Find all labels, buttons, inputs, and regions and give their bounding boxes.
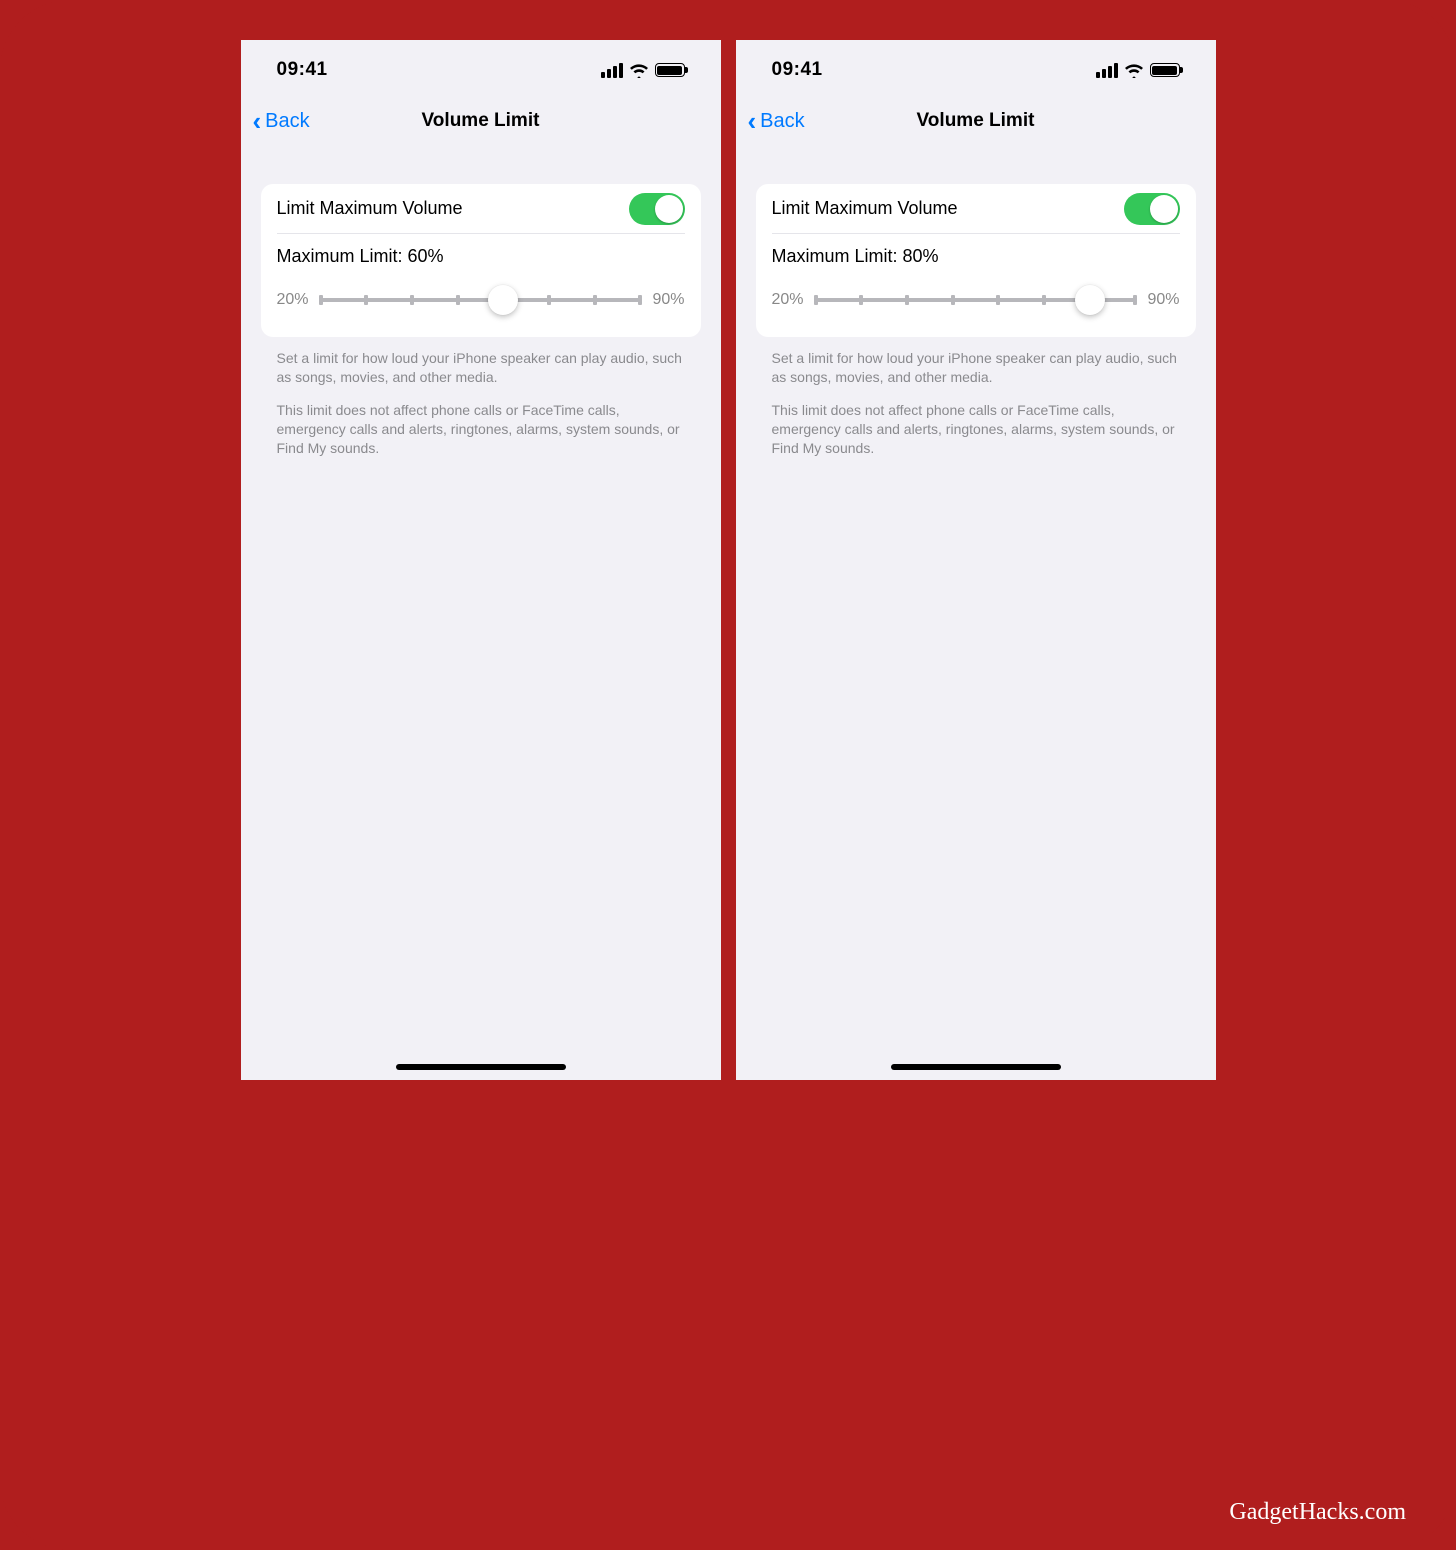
volume-slider[interactable] xyxy=(816,285,1136,315)
slider-max-label: 90% xyxy=(1147,291,1179,309)
nav-bar: ‹ Back Volume Limit xyxy=(241,100,721,142)
limit-volume-toggle[interactable] xyxy=(1124,193,1180,225)
settings-card: Limit Maximum Volume Maximum Limit: 60% … xyxy=(261,184,701,337)
slider-row-group: Maximum Limit: 80% 20% 90% xyxy=(772,234,1180,337)
slider-tick xyxy=(951,295,955,305)
settings-content: Limit Maximum Volume Maximum Limit: 80% … xyxy=(736,142,1216,457)
wifi-icon xyxy=(1124,63,1144,78)
slider-tick xyxy=(814,295,818,305)
footer-paragraph-1: Set a limit for how loud your iPhone spe… xyxy=(772,349,1180,387)
back-button[interactable]: ‹ Back xyxy=(253,108,310,134)
home-indicator xyxy=(891,1064,1061,1070)
toggle-knob xyxy=(1150,195,1178,223)
slider-max-label: 90% xyxy=(652,291,684,309)
back-button[interactable]: ‹ Back xyxy=(748,108,805,134)
slider-thumb[interactable] xyxy=(1075,285,1105,315)
slider-tick xyxy=(905,295,909,305)
battery-icon xyxy=(655,63,685,77)
toggle-knob xyxy=(655,195,683,223)
slider-tick xyxy=(364,295,368,305)
page-title: Volume Limit xyxy=(241,110,721,132)
slider-tick xyxy=(996,295,1000,305)
slider-tick xyxy=(638,295,642,305)
home-indicator xyxy=(396,1064,566,1070)
slider-tick xyxy=(1042,295,1046,305)
slider-thumb[interactable] xyxy=(488,285,518,315)
status-time: 09:41 xyxy=(277,59,328,81)
toggle-row: Limit Maximum Volume xyxy=(772,184,1180,234)
back-label: Back xyxy=(265,110,309,133)
phone-screenshot-left: 09:41 ‹ Back Volume Limit Limit Maximum … xyxy=(241,40,721,1080)
slider-tick xyxy=(456,295,460,305)
nav-bar: ‹ Back Volume Limit xyxy=(736,100,1216,142)
status-bar: 09:41 xyxy=(736,40,1216,100)
slider-tick xyxy=(319,295,323,305)
chevron-left-icon: ‹ xyxy=(748,108,757,134)
battery-icon xyxy=(1150,63,1180,77)
slider-min-label: 20% xyxy=(772,291,804,309)
footer-paragraph-2: This limit does not affect phone calls o… xyxy=(277,401,685,458)
wifi-icon xyxy=(629,63,649,78)
back-label: Back xyxy=(760,110,804,133)
settings-card: Limit Maximum Volume Maximum Limit: 80% … xyxy=(756,184,1196,337)
credit-text: GadgetHacks.com xyxy=(1229,1499,1406,1526)
slider-tick xyxy=(1133,295,1137,305)
limit-volume-toggle[interactable] xyxy=(629,193,685,225)
slider-tick xyxy=(547,295,551,305)
slider-tick xyxy=(859,295,863,305)
status-bar: 09:41 xyxy=(241,40,721,100)
status-time: 09:41 xyxy=(772,59,823,81)
footer-paragraph-1: Set a limit for how loud your iPhone spe… xyxy=(277,349,685,387)
footer-paragraph-2: This limit does not affect phone calls o… xyxy=(772,401,1180,458)
toggle-label: Limit Maximum Volume xyxy=(772,198,958,219)
slider-tick xyxy=(410,295,414,305)
comparison-frame: 09:41 ‹ Back Volume Limit Limit Maximum … xyxy=(0,0,1456,1550)
phone-screenshot-right: 09:41 ‹ Back Volume Limit Limit Maximum … xyxy=(736,40,1216,1080)
footer-help-text: Set a limit for how loud your iPhone spe… xyxy=(756,337,1196,457)
footer-help-text: Set a limit for how loud your iPhone spe… xyxy=(261,337,701,457)
cellular-signal-icon xyxy=(1096,63,1118,78)
toggle-row: Limit Maximum Volume xyxy=(277,184,685,234)
settings-content: Limit Maximum Volume Maximum Limit: 60% … xyxy=(241,142,721,457)
page-title: Volume Limit xyxy=(736,110,1216,132)
cellular-signal-icon xyxy=(601,63,623,78)
toggle-label: Limit Maximum Volume xyxy=(277,198,463,219)
max-limit-label: Maximum Limit: 60% xyxy=(277,246,685,267)
slider-tick xyxy=(593,295,597,305)
slider-row-group: Maximum Limit: 60% 20% 90% xyxy=(277,234,685,337)
max-limit-label: Maximum Limit: 80% xyxy=(772,246,1180,267)
chevron-left-icon: ‹ xyxy=(253,108,262,134)
slider-min-label: 20% xyxy=(277,291,309,309)
volume-slider[interactable] xyxy=(321,285,641,315)
